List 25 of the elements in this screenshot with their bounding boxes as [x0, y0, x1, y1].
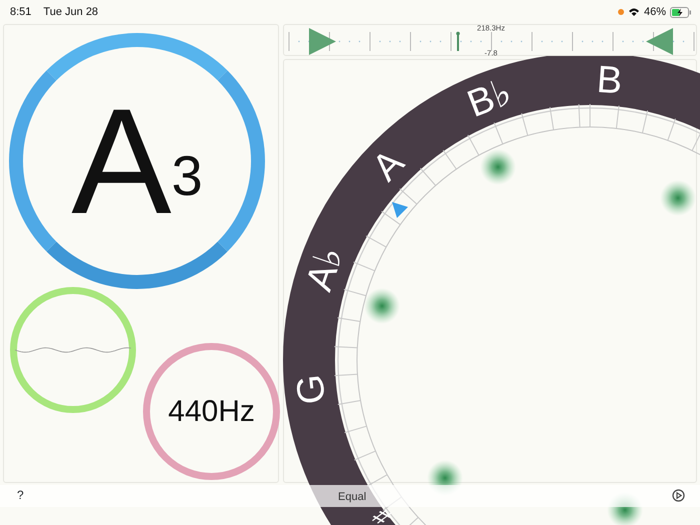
note-name: A — [71, 86, 172, 236]
reference-frequency[interactable]: 440Hz — [168, 389, 255, 434]
pitch-glow — [660, 180, 696, 216]
note-label: B — [595, 58, 624, 103]
pitch-glow — [480, 149, 516, 185]
sharp-indicator-icon — [646, 28, 673, 55]
battery-percent: 46% — [644, 4, 666, 20]
temperament-label[interactable]: Equal — [338, 489, 366, 506]
pitch-pointer — [392, 202, 408, 218]
battery-charging-icon — [670, 6, 692, 18]
note-label: B♭ — [462, 71, 518, 126]
status-time: 8:51 — [10, 4, 32, 20]
wifi-icon — [628, 7, 640, 17]
flat-indicator-icon — [309, 28, 336, 55]
play-circle-icon[interactable] — [672, 489, 685, 502]
cent-needle — [456, 32, 460, 51]
pitch-glow — [364, 288, 400, 324]
indicator-dot-icon — [618, 9, 624, 15]
note-label: G — [289, 372, 334, 406]
help-button[interactable]: ? — [16, 488, 25, 502]
note-label: A♭ — [298, 242, 352, 296]
status-date: Tue Jun 28 — [43, 4, 98, 20]
note-label: A — [364, 142, 412, 190]
octave-number: 3 — [171, 148, 203, 204]
note-label: ♯ — [368, 504, 396, 525]
